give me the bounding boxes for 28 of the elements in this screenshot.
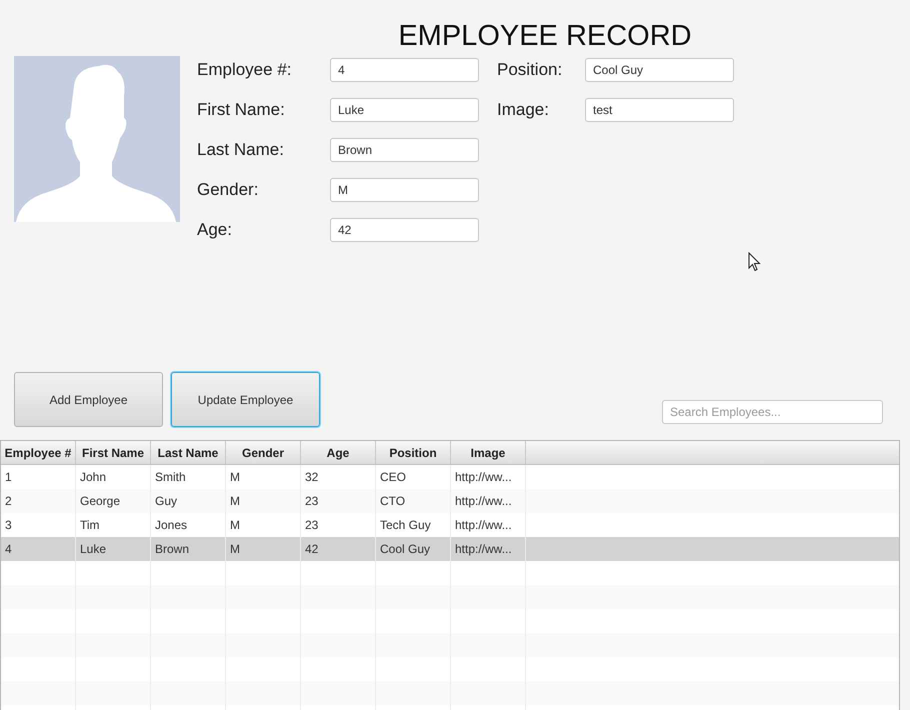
field-label: First Name: xyxy=(197,99,286,122)
search-field[interactable]: Search Employees... xyxy=(662,400,883,424)
mouse-cursor-icon xyxy=(748,252,761,272)
field-label: Position: xyxy=(497,59,564,82)
input-field[interactable]: test xyxy=(585,98,734,122)
action-button[interactable]: Add Employee xyxy=(14,372,163,427)
column-header[interactable]: Position xyxy=(376,441,451,464)
input-field[interactable]: M xyxy=(330,178,479,202)
field-label: Employee #: xyxy=(197,59,292,82)
field-label: Gender: xyxy=(197,179,260,202)
column-header[interactable]: Last Name xyxy=(151,441,226,464)
page-title: EMPLOYEE RECORD xyxy=(398,19,692,54)
input-field[interactable]: Cool Guy xyxy=(585,58,734,82)
table-row[interactable]: 4 Luke Brown M 42 Cool Guy http://ww... xyxy=(1,537,899,561)
input-field[interactable]: Luke xyxy=(330,98,479,122)
column-header[interactable]: First Name xyxy=(76,441,151,464)
input-field[interactable]: 42 xyxy=(330,218,479,242)
table-row[interactable]: 2 George Guy M 23 CTO http://ww... xyxy=(1,489,899,513)
field-label: Image: xyxy=(497,99,550,122)
action-button[interactable]: Update Employee xyxy=(171,372,320,427)
column-header[interactable]: Age xyxy=(301,441,376,464)
field-label: Last Name: xyxy=(197,139,285,162)
field-label: Age: xyxy=(197,219,233,242)
input-field[interactable]: 4 xyxy=(330,58,479,82)
input-field[interactable]: Brown xyxy=(330,138,479,162)
column-header[interactable]: Employee # xyxy=(1,441,76,464)
column-header[interactable]: Gender xyxy=(226,441,301,464)
column-header[interactable]: Image xyxy=(451,441,526,464)
